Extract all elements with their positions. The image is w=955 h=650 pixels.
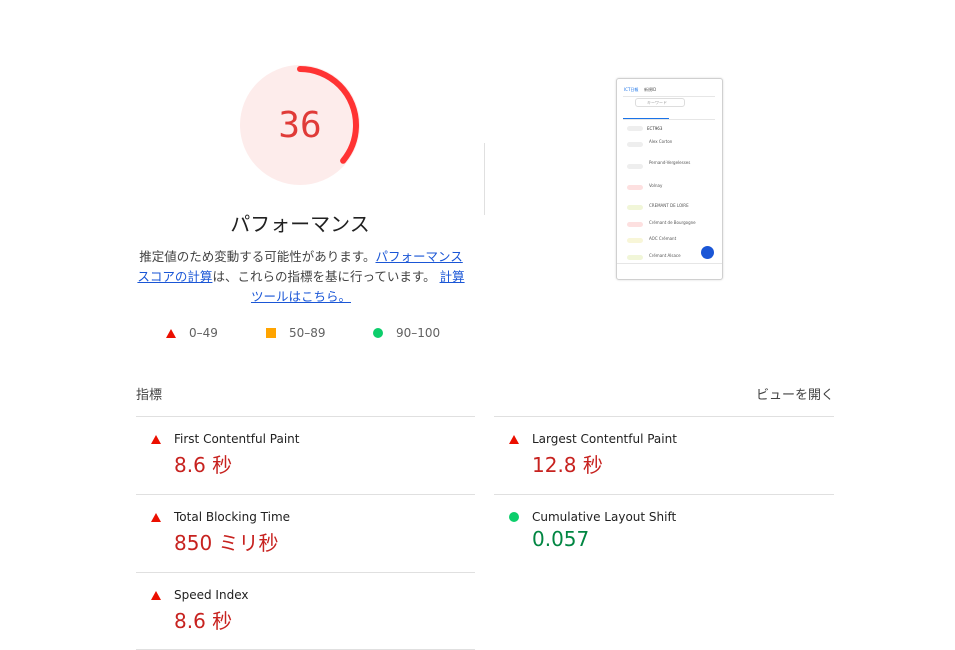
legend-average-label: 50–89 — [289, 326, 326, 340]
metrics-divider — [494, 494, 834, 495]
metrics-divider — [136, 494, 475, 495]
thumb-text: Alex Corton — [649, 139, 673, 144]
thumb-badge — [627, 185, 643, 190]
final-screenshot-thumbnail[interactable]: ICT日報 新規ID キーワード ECT963 Alex Corton Pern… — [616, 78, 723, 280]
metric-label: Speed Index — [174, 588, 249, 602]
thumb-text: AOC Crémant — [649, 236, 677, 241]
legend-pass-label: 90–100 — [396, 326, 441, 340]
metric-label: First Contentful Paint — [174, 432, 300, 446]
metric-value: 8.6 秒 — [174, 453, 233, 477]
metrics-title: 指標 — [136, 388, 163, 403]
thumb-badge — [627, 142, 643, 147]
legend-pass: 90–100 — [373, 326, 440, 340]
thumb-text: ECT963 — [647, 126, 663, 131]
metric-label: Total Blocking Time — [174, 510, 291, 524]
score-description: 推定値のため変動する可能性があります。パフォーマンス スコアの計算は、これらの指… — [136, 247, 466, 307]
metric-first-contentful-paint: First Contentful Paint 8.6 秒 — [136, 432, 474, 477]
performance-score-gauge: 36 — [240, 65, 360, 185]
metric-largest-contentful-paint: Largest Contentful Paint 12.8 秒 — [494, 432, 832, 477]
legend-fail: 0–49 — [166, 326, 218, 340]
thumb-divider — [617, 263, 722, 264]
metrics-divider — [494, 416, 834, 417]
pass-circle-icon — [509, 512, 519, 522]
thumb-badge — [627, 126, 643, 131]
gauge-title: パフォーマンス — [230, 212, 370, 236]
average-square-icon — [266, 328, 276, 338]
thumb-badge — [627, 164, 643, 169]
metrics-divider — [136, 416, 475, 417]
thumb-divider — [623, 96, 715, 97]
metric-value: 850 ミリ秒 — [174, 531, 279, 555]
description-text-1: 推定値のため変動する可能性があります。 — [139, 249, 376, 264]
thumb-text: Crémant de Bourgogne — [649, 220, 696, 225]
thumb-badge — [627, 205, 643, 210]
thumb-text: キーワード — [647, 100, 667, 105]
thumb-text: Pernand-Vergelesses — [649, 160, 691, 165]
fail-triangle-icon — [509, 435, 519, 444]
thumb-badge — [627, 255, 643, 260]
fail-triangle-icon — [151, 435, 161, 444]
metric-value: 8.6 秒 — [174, 609, 233, 633]
fail-triangle-icon — [151, 513, 161, 522]
metric-label: Cumulative Layout Shift — [532, 510, 677, 524]
metric-total-blocking-time: Total Blocking Time 850 ミリ秒 — [136, 510, 474, 555]
metric-label: Largest Contentful Paint — [532, 432, 677, 446]
thumb-fab — [701, 246, 714, 259]
metric-value: 12.8 秒 — [532, 453, 603, 477]
thumb-text: Volnay — [649, 183, 663, 188]
thumb-divider — [623, 119, 715, 120]
legend-fail-label: 0–49 — [189, 326, 218, 340]
metric-speed-index: Speed Index 8.6 秒 — [136, 588, 474, 633]
fail-triangle-icon — [151, 591, 161, 600]
performance-score: 36 — [278, 104, 322, 146]
metric-value: 0.057 — [532, 527, 590, 551]
pass-circle-icon — [373, 328, 383, 338]
thumb-text: Crémant Alsace — [649, 253, 681, 258]
fail-triangle-icon — [166, 328, 176, 338]
divider — [484, 143, 485, 215]
expand-view-toggle[interactable]: ビューを開く — [756, 384, 834, 403]
thumb-text: ICT日報 — [624, 87, 639, 92]
metric-cumulative-layout-shift: Cumulative Layout Shift 0.057 — [494, 510, 832, 551]
legend-average: 50–89 — [266, 326, 326, 340]
metrics-header: 指標 ビューを開く — [136, 384, 834, 403]
description-text-2: は、これらの指標を基に行っています。 — [212, 269, 436, 284]
thumb-text: CREMANT DE LOIRE — [649, 203, 689, 208]
thumb-badge — [627, 238, 643, 243]
metrics-divider — [136, 572, 475, 573]
thumb-text: 新規ID — [644, 87, 657, 92]
thumb-badge — [627, 222, 643, 227]
